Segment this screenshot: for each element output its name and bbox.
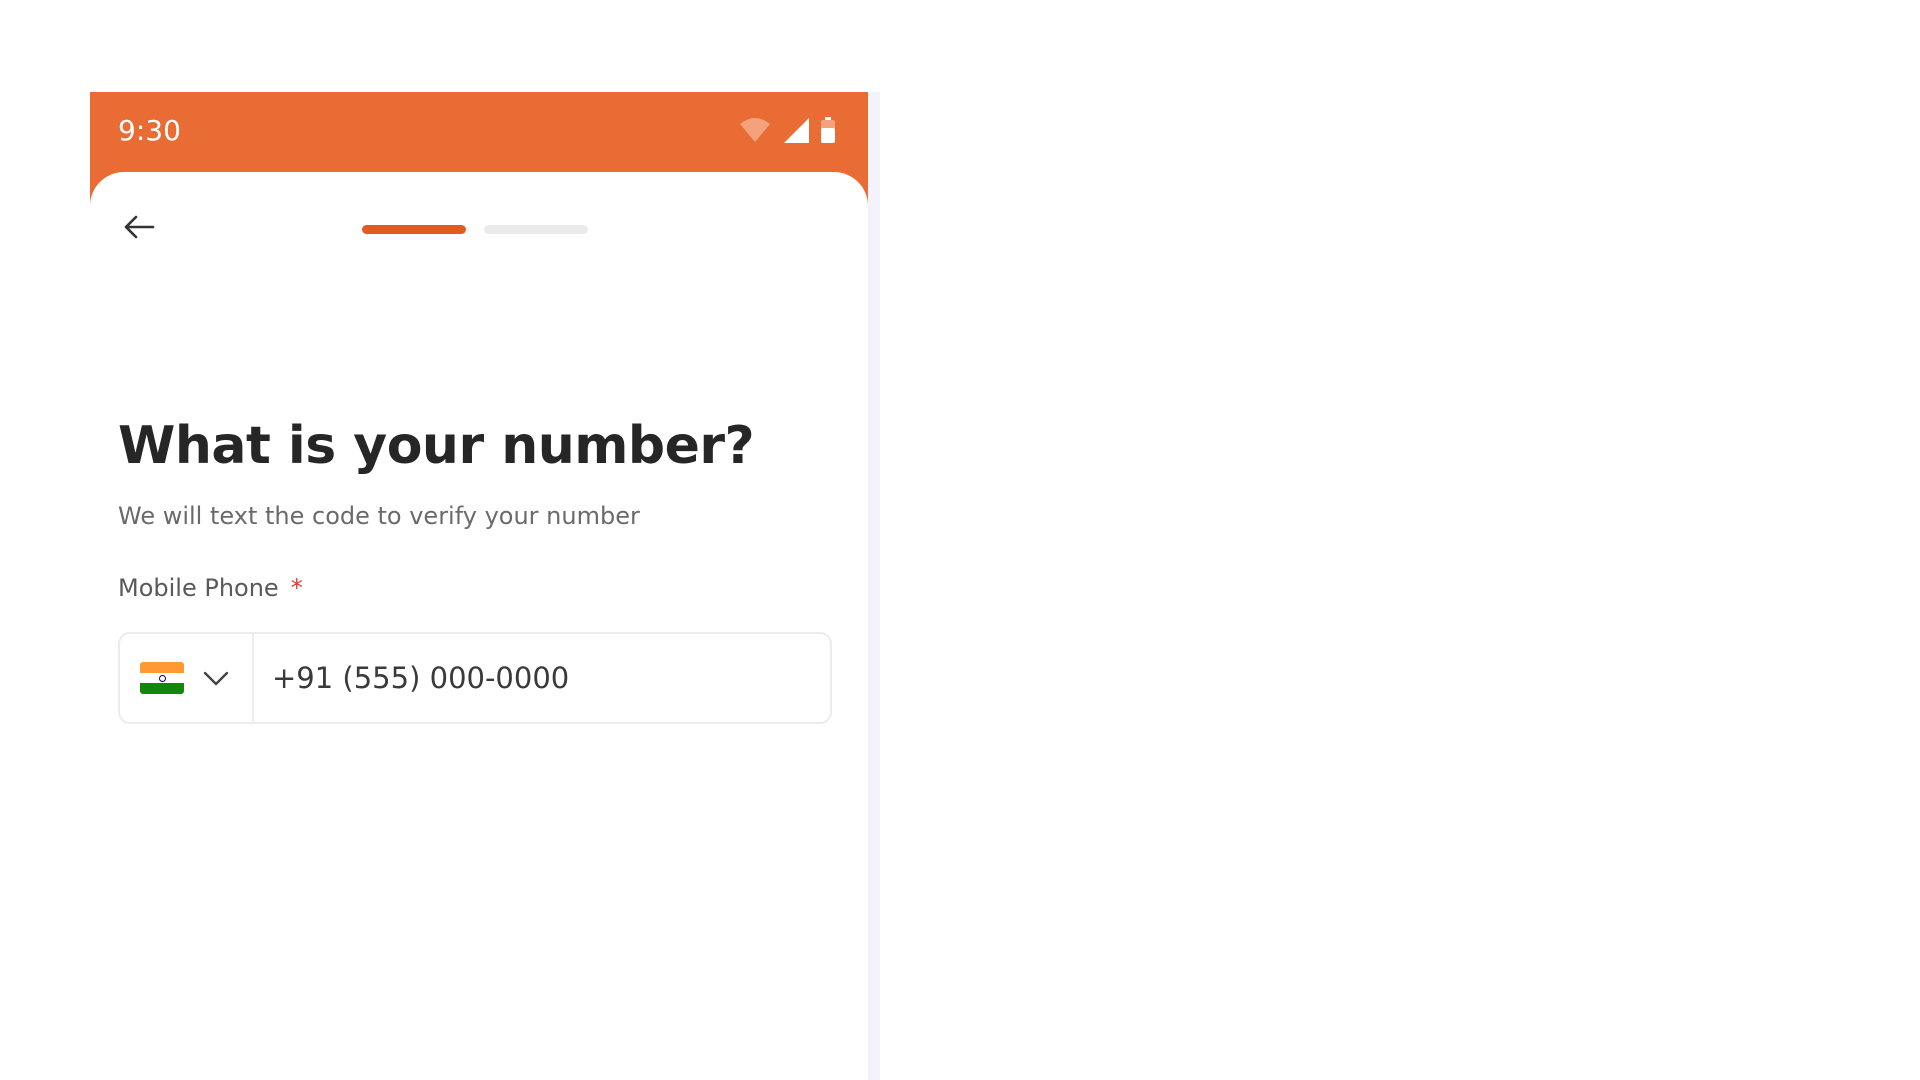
step-progress [362,225,588,234]
progress-step-2 [484,225,588,234]
required-indicator: * [290,574,303,602]
chevron-down-icon [200,662,232,694]
status-icons [738,116,836,144]
progress-step-1 [362,225,466,234]
status-bar: 9:30 [90,92,868,172]
mobile-phone-label-text: Mobile Phone [118,574,279,602]
country-code-select[interactable] [120,634,254,722]
phone-number-field [118,632,832,724]
status-time: 9:30 [118,114,181,147]
content-sheet: What is your number? We will text the co… [90,172,868,1080]
app-canvas: 9:30 What is your number? We will text t… [0,0,1920,1080]
page-subtitle: We will text the code to verify your num… [118,502,640,530]
arrow-left-icon [124,215,155,239]
back-button[interactable] [118,206,160,248]
phone-number-input[interactable] [254,634,830,722]
phone-screen: 9:30 What is your number? We will text t… [90,92,868,1080]
signal-icon [784,118,809,143]
india-flag-icon [140,662,184,694]
page-title: What is your number? [118,416,755,476]
wifi-icon [740,118,770,142]
mobile-phone-label: Mobile Phone * [118,574,303,602]
battery-icon [821,117,835,143]
phone-frame-edge [868,92,880,1080]
